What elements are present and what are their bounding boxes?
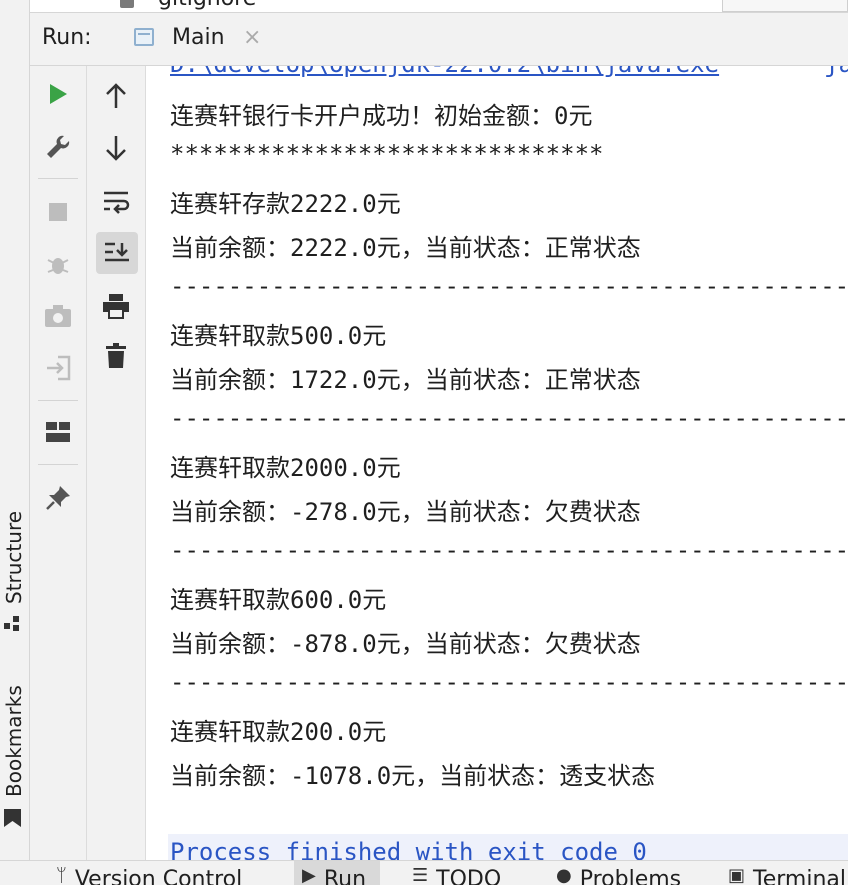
scroll-to-end-button[interactable]: [96, 232, 138, 274]
tab-main-label: Main: [172, 25, 225, 50]
rerun-icon: [50, 84, 67, 104]
layout-icon: [46, 422, 70, 442]
terminal-icon: ▣: [728, 865, 746, 885]
attach-button[interactable]: [40, 350, 76, 386]
console-line: ----------------------------------------…: [170, 272, 848, 300]
arrow-down-icon: [106, 136, 126, 161]
tree-scroll-box: [722, 0, 848, 12]
tab-version-control-label: Version Control: [74, 867, 243, 885]
list-icon: ☰: [412, 865, 429, 885]
trash-icon: [106, 343, 126, 368]
run-tool-window-header: Run: Main ×: [30, 13, 848, 66]
left-tool-strip: Structure Bookmarks: [0, 0, 30, 860]
clear-all-button[interactable]: [98, 338, 134, 374]
java-command-link[interactable]: D:\develop\openjdk-22.0.2\bin\java.exe: [170, 66, 719, 78]
pin-icon: [46, 486, 70, 510]
structure-tab-label: Structure: [2, 510, 26, 604]
print-button[interactable]: [98, 288, 134, 324]
run-toolbar-right: [87, 66, 146, 860]
arrow-up-icon: [106, 83, 126, 108]
console-line: 连赛轩取款500.0元: [170, 322, 387, 350]
scroll-to-end-icon: [105, 242, 129, 262]
tab-problems[interactable]: ● Problems: [556, 861, 681, 885]
tab-run[interactable]: ▶ Run: [294, 861, 381, 885]
console-line: 连赛轩取款200.0元: [170, 718, 387, 746]
tab-main[interactable]: Main ×: [130, 13, 278, 65]
file-icon: [120, 0, 134, 8]
console-output[interactable]: D:\develop\openjdk-22.0.2\bin\java.exe j…: [146, 66, 848, 860]
previous-occurrence-button[interactable]: [98, 78, 134, 114]
structure-icon: [3, 614, 21, 632]
git-branch-icon: ᛘ: [56, 865, 67, 885]
tab-todo[interactable]: ☰ TODO: [412, 861, 501, 885]
tab-terminal-label: Terminal: [753, 867, 846, 885]
problems-icon: ●: [556, 865, 572, 885]
print-icon: [103, 294, 129, 319]
bookmarks-tab-label: Bookmarks: [2, 685, 26, 797]
console-line: ******************************: [170, 140, 604, 168]
console-line: 当前余额：2222.0元，当前状态：正常状态: [170, 234, 641, 262]
console-line: ----------------------------------------…: [170, 404, 848, 432]
rerun-button[interactable]: [40, 76, 76, 112]
console-line: 当前余额：1722.0元，当前状态：正常状态: [170, 366, 641, 394]
toolbar-separator: [38, 178, 78, 179]
structure-tab[interactable]: Structure: [0, 500, 29, 640]
stop-icon: [49, 203, 67, 221]
window-icon: [134, 28, 154, 46]
process-exit-line: Process finished with exit code 0: [170, 838, 647, 860]
toolbar-separator: [38, 400, 78, 401]
login-icon: [47, 355, 71, 381]
close-icon[interactable]: ×: [243, 25, 261, 50]
bookmark-icon: [3, 807, 21, 827]
tab-todo-label: TODO: [436, 867, 502, 885]
stop-button[interactable]: [40, 194, 76, 230]
console-line: 连赛轩银行卡开户成功！初始金额：0元: [170, 102, 593, 130]
tab-run-label: Run: [323, 867, 367, 885]
modify-run-config-button[interactable]: [40, 129, 76, 165]
console-line: 当前余额：-1078.0元，当前状态：透支状态: [170, 762, 656, 790]
bookmarks-tab[interactable]: Bookmarks: [0, 675, 29, 835]
tab-problems-label: Problems: [579, 867, 682, 885]
soft-wrap-icon: [104, 191, 130, 214]
console-line: ----------------------------------------…: [170, 668, 848, 696]
run-icon: ▶: [302, 865, 316, 885]
console-line: ----------------------------------------…: [170, 536, 848, 564]
toolbar-separator: [38, 464, 78, 465]
debug-icon: [47, 258, 69, 274]
wrench-icon: [47, 135, 70, 158]
java-command-tail: ja: [824, 66, 848, 78]
console-line: 当前余额：-278.0元，当前状态：欠费状态: [170, 498, 641, 526]
layout-button[interactable]: [40, 414, 76, 450]
console-line: 连赛轩取款2000.0元: [170, 454, 401, 482]
console-line: 连赛轩存款2222.0元: [170, 190, 401, 218]
run-label: Run:: [42, 25, 92, 50]
soft-wrap-button[interactable]: [98, 184, 134, 220]
debug-button[interactable]: [40, 246, 76, 282]
next-occurrence-button[interactable]: [98, 130, 134, 166]
project-file-name[interactable]: gitignore: [158, 0, 256, 11]
console-line: 当前余额：-878.0元，当前状态：欠费状态: [170, 630, 641, 658]
tab-version-control[interactable]: ᛘ Version Control: [56, 861, 242, 885]
console-line: 连赛轩取款600.0元: [170, 586, 387, 614]
bottom-tool-bar: ᛘ Version Control ▶ Run ☰ TODO ● Problem…: [0, 860, 848, 885]
pin-tab-button[interactable]: [40, 480, 76, 516]
tab-terminal[interactable]: ▣ Terminal: [728, 861, 846, 885]
project-tree-strip: gitignore: [30, 0, 848, 13]
snapshot-button[interactable]: [40, 298, 76, 334]
camera-icon: [45, 305, 71, 327]
run-toolbar-left: [30, 66, 87, 860]
